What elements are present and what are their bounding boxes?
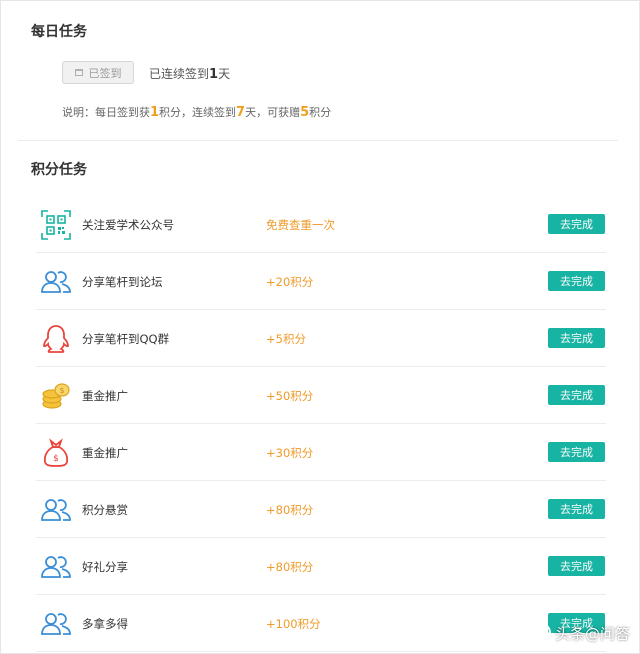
complete-task-button[interactable]: 去完成 [548,385,605,405]
calendar-icon [74,69,83,76]
task-row: 关注爱学术公众号 免费查重一次 去完成 [36,197,606,253]
task-name: 重金推广 [82,389,128,403]
qq-icon [40,323,72,355]
users-icon [40,494,72,526]
streak-days: 1 [209,67,219,82]
task-reward: +20积分 [266,275,314,289]
coins-icon: $ [40,380,72,412]
daily-tasks-title: 每日任务 [31,24,87,40]
signed-in-button[interactable]: 已签到 [62,61,134,84]
task-name: 多拿多得 [82,617,128,631]
sign-in-note: 说明：每日签到获1积分，连续签到7天，可获赠5积分 [62,105,332,120]
task-row: 分享笔杆到论坛 +20积分 去完成 [36,254,606,310]
task-name: 重金推广 [82,446,128,460]
task-reward: +30积分 [266,446,314,460]
task-reward: +50积分 [266,389,314,403]
task-reward: +100积分 [266,617,321,631]
task-row: 分享笔杆到QQ群 +5积分 去完成 [36,311,606,367]
complete-task-button[interactable]: 去完成 [548,499,605,519]
complete-task-button[interactable]: 去完成 [548,556,605,576]
watermark: 头条@问答 [528,622,630,644]
complete-task-button[interactable]: 去完成 [548,328,605,348]
task-name: 积分悬赏 [82,503,128,517]
task-row: $ 重金推广 +30积分 去完成 [36,425,606,481]
qr-code-icon [40,209,72,241]
svg-text:$: $ [53,454,59,464]
task-name: 关注爱学术公众号 [82,218,174,232]
task-name: 分享笔杆到QQ群 [82,332,170,346]
task-reward: +80积分 [266,560,314,574]
task-row: 多拿多得 +100积分 去完成 [36,596,606,652]
task-name: 好礼分享 [82,560,128,574]
streak-text: 已连续签到1天 [149,67,231,82]
signed-in-label: 已签到 [88,66,122,80]
users-icon [40,551,72,583]
complete-task-button[interactable]: 去完成 [548,214,605,234]
points-tasks-title: 积分任务 [31,162,87,178]
task-reward: +5积分 [266,332,306,346]
task-row: 好礼分享 +80积分 去完成 [36,539,606,595]
svg-text:$: $ [59,386,64,395]
watermark-logo-icon [528,622,551,644]
task-row: $ 重金推广 +50积分 去完成 [36,368,606,424]
complete-task-button[interactable]: 去完成 [548,442,605,462]
users-icon [40,608,72,640]
task-row: 积分悬赏 +80积分 去完成 [36,482,606,538]
task-reward: 免费查重一次 [266,218,335,232]
users-icon [40,266,72,298]
task-name: 分享笔杆到论坛 [82,275,163,289]
section-divider [18,140,618,141]
complete-task-button[interactable]: 去完成 [548,271,605,291]
money-bag-icon: $ [40,437,72,469]
task-reward: +80积分 [266,503,314,517]
